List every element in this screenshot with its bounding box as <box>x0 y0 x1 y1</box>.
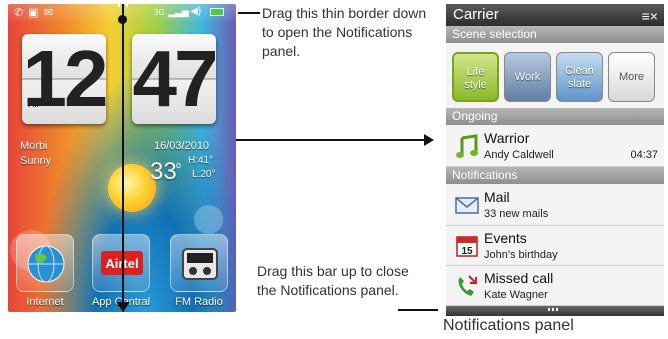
missed-call-icon <box>458 275 477 296</box>
scene-clean-slate-button[interactable]: Clean slate <box>556 52 603 102</box>
figure-caption: Notifications panel <box>443 317 574 334</box>
notification-subtitle: Kate Wagner <box>484 289 548 301</box>
transition-arrow-head <box>424 134 434 146</box>
callout-leader-top <box>238 12 260 14</box>
carrier-bar: Carrier ≡× <box>446 4 664 26</box>
notification-missed-call[interactable]: Missed call Kate Wagner <box>446 266 664 306</box>
callout-leader-bottom <box>398 309 438 311</box>
carrier-label: Carrier <box>453 6 499 23</box>
battery-icon <box>210 8 224 16</box>
drag-handle-icon <box>548 308 560 311</box>
section-ongoing: Ongoing <box>446 108 664 125</box>
notifications-panel: Carrier ≡× Scene selection Life style Wo… <box>446 4 664 316</box>
notification-subtitle: John's birthday <box>484 249 558 261</box>
ampm-label: PM <box>28 102 39 109</box>
date-label: 16/03/2010 <box>154 140 210 152</box>
app-fm-radio[interactable] <box>170 234 228 292</box>
section-scene-selection: Scene selection <box>446 26 664 43</box>
ongoing-item-music[interactable]: Warrior Andy Caldwell 04:37 <box>446 125 664 167</box>
clock-minute: 47 <box>132 34 218 124</box>
notification-events[interactable]: 15 Events John's birthday <box>446 226 664 266</box>
notification-mail[interactable]: Mail 33 new mails <box>446 184 664 226</box>
temp-low: L:20° <box>192 169 216 180</box>
mail-icon <box>455 197 479 214</box>
calendar-day: 15 <box>461 246 473 257</box>
app-label: FM Radio <box>175 296 223 308</box>
ongoing-title: Warrior <box>484 130 530 146</box>
envelope-icon: ✉ <box>44 7 54 19</box>
notification-title: Events <box>484 230 527 246</box>
close-panel-bar[interactable] <box>446 306 664 316</box>
phone-signal-icon: ✆ <box>14 7 24 19</box>
weather-condition: Sunny <box>20 155 52 167</box>
notification-title: Missed call <box>484 270 554 286</box>
network-type-label: 3G <box>154 8 165 17</box>
music-note-icon <box>456 134 478 158</box>
temperature-unit: o <box>176 160 182 170</box>
app-label: Internet <box>26 296 64 308</box>
clear-list-icon[interactable]: ≡× <box>642 8 658 24</box>
temp-high: H:41° <box>188 155 214 166</box>
calendar-icon: 15 <box>456 236 478 257</box>
temperature: 33 <box>150 158 177 185</box>
scene-more-button[interactable]: More <box>608 52 655 102</box>
notification-subtitle: 33 new mails <box>484 208 549 220</box>
ongoing-subtitle: Andy Caldwell <box>484 149 554 161</box>
volume-icon: ◀) <box>190 6 202 17</box>
transition-arrow-line <box>236 139 426 141</box>
drag-arrow-head <box>116 302 130 312</box>
ongoing-time: 04:37 <box>630 149 658 161</box>
globe-icon <box>27 245 65 283</box>
city-label: Morbi <box>20 140 48 152</box>
callout-open-panel: Drag this thin border down to open the N… <box>262 5 427 59</box>
sun-weather-icon <box>108 164 156 212</box>
chat-icon: ▣ <box>28 7 39 19</box>
signal-bars-icon: ▂▃▅ <box>168 7 189 17</box>
clock-hour: 12 <box>22 34 108 124</box>
app-central[interactable]: Airtel <box>92 234 150 292</box>
drag-arrow-line <box>122 4 124 312</box>
callout-close-panel: Drag this bar up to close the Notificati… <box>257 263 409 298</box>
notification-title: Mail <box>484 189 510 205</box>
scene-life-style-button[interactable]: Life style <box>452 52 499 102</box>
radio-icon <box>182 248 218 280</box>
app-internet[interactable] <box>16 234 74 292</box>
section-notifications: Notifications <box>446 167 664 184</box>
scene-work-button[interactable]: Work <box>504 52 551 102</box>
